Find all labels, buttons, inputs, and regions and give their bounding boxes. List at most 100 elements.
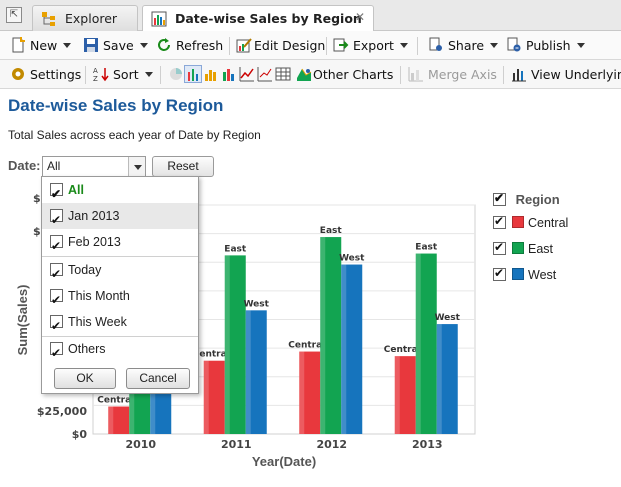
data-label: East — [415, 243, 438, 253]
legend-checkbox[interactable] — [493, 266, 506, 281]
chart-type-scatter-button[interactable] — [257, 65, 277, 85]
map-chart-icon — [297, 68, 312, 81]
data-label: West — [339, 254, 365, 264]
date-option-feb-2013[interactable]: Feb 2013 — [42, 229, 198, 259]
chart-type-line-button[interactable] — [239, 65, 259, 85]
y-axis-title: Sum(Sales) — [15, 285, 30, 356]
legend-swatch — [512, 268, 524, 280]
x-tick-label: 2012 — [316, 438, 347, 451]
bar-highlight — [245, 310, 251, 434]
legend-select-all-checkbox[interactable] — [493, 191, 506, 206]
data-label: West — [244, 299, 270, 309]
edit-design-icon — [236, 38, 252, 53]
legend-checkbox[interactable] — [493, 240, 506, 255]
scatter-chart-icon — [257, 67, 272, 82]
legend-swatch — [512, 216, 524, 228]
table-icon — [275, 67, 291, 81]
save-button[interactable]: Save — [83, 36, 148, 56]
settings-button[interactable]: Settings — [10, 65, 81, 85]
date-option-today[interactable]: Today — [42, 257, 198, 287]
export-icon — [333, 38, 349, 52]
legend-item-east[interactable]: East — [493, 240, 568, 264]
edit-design-button[interactable]: Edit Design — [236, 36, 325, 56]
date-option-checkbox[interactable] — [50, 340, 63, 366]
date-filter-value: All — [47, 159, 61, 173]
legend-item-west[interactable]: West — [493, 266, 568, 290]
new-button[interactable]: New — [10, 36, 72, 56]
y-tick-label: $25,000 — [37, 405, 87, 418]
reset-button[interactable]: Reset — [152, 156, 214, 177]
y-tick-label: $0 — [72, 428, 88, 441]
save-icon — [84, 38, 98, 52]
svg-text:A: A — [93, 67, 98, 75]
toolbar-divider — [160, 66, 161, 84]
y-tick-label-hidden: $ — [33, 192, 41, 205]
date-option-jan-2013[interactable]: Jan 2013 — [42, 203, 198, 233]
svg-text:Z: Z — [93, 75, 98, 82]
main-toolbar: New Save Refresh Edit Design Export Shar… — [0, 31, 621, 60]
sort-button[interactable]: A Z Sort — [93, 65, 153, 85]
stacked-bar-icon — [223, 69, 234, 81]
date-option-all[interactable]: All — [42, 177, 198, 207]
explorer-icon — [42, 12, 55, 26]
data-label: Central — [97, 396, 134, 406]
cancel-button[interactable]: Cancel — [126, 368, 190, 389]
data-label: East — [320, 226, 343, 236]
share-button[interactable]: Share — [428, 36, 499, 56]
date-option-checkbox[interactable] — [50, 261, 63, 287]
chevron-down-icon[interactable] — [128, 157, 145, 176]
tab-report[interactable]: Date-wise Sales by Region ✕ — [142, 5, 374, 32]
x-tick-label: 2013 — [412, 438, 443, 451]
close-tab-icon[interactable]: ✕ — [355, 10, 365, 24]
bar-highlight — [203, 360, 209, 434]
refresh-button[interactable]: Refresh — [156, 36, 223, 56]
date-option-this-week[interactable]: This Week — [42, 309, 198, 339]
chevron-down-icon — [490, 43, 499, 48]
bar-highlight — [436, 324, 442, 434]
date-option-checkbox[interactable] — [50, 207, 63, 233]
date-option-checkbox[interactable] — [50, 313, 63, 339]
date-filter-label: Date: — [8, 158, 41, 173]
date-option-checkbox[interactable] — [50, 233, 63, 259]
bar-highlight — [320, 237, 326, 434]
ok-button[interactable]: OK — [54, 368, 116, 389]
chart-type-stacked-button[interactable] — [221, 65, 241, 85]
chart-legend: Region Central East West — [493, 191, 568, 290]
toolbar-divider — [417, 37, 418, 55]
table-view-button[interactable] — [275, 65, 295, 85]
date-option-checkbox[interactable] — [50, 287, 63, 313]
other-charts-button[interactable]: Other Charts — [296, 65, 393, 85]
bar-highlight — [341, 264, 347, 434]
tab-explorer[interactable]: Explorer — [32, 5, 138, 31]
bar-highlight — [415, 253, 421, 434]
legend-item-central[interactable]: Central — [493, 214, 568, 238]
chart-type-bar-button[interactable] — [184, 65, 205, 85]
chart-type-column-button[interactable] — [203, 65, 223, 85]
bar-chart-icon — [151, 11, 167, 27]
tab-bar: ⇱ Explorer Date-wise Sales by Region ✕ — [0, 0, 621, 32]
merge-axis-button[interactable]: Merge Axis — [408, 65, 497, 85]
view-underlying-button[interactable]: View Underlyin — [511, 65, 621, 85]
bar-highlight — [394, 356, 400, 434]
publish-icon — [507, 37, 521, 52]
y-tick-label-hidden: $ — [33, 225, 41, 238]
bar-highlight — [299, 351, 305, 434]
date-filter-select[interactable]: All — [42, 156, 146, 177]
publish-button[interactable]: Publish — [506, 36, 585, 56]
tab-label: Explorer — [65, 11, 118, 26]
export-button[interactable]: Export — [333, 36, 408, 56]
toolbar-divider — [503, 66, 504, 84]
legend-checkbox[interactable] — [493, 214, 506, 229]
date-filter-dropdown: All Jan 2013 Feb 2013 Today This Month T… — [41, 176, 199, 394]
chevron-down-icon — [576, 43, 585, 48]
legend-title-row: Region — [493, 191, 568, 212]
date-option-checkbox[interactable] — [50, 181, 63, 207]
date-option-this-month[interactable]: This Month — [42, 283, 198, 313]
window-restore-icon[interactable]: ⇱ — [6, 7, 22, 23]
x-tick-label: 2011 — [221, 438, 252, 451]
pie-chart-icon — [170, 68, 182, 80]
date-option-others[interactable]: Others — [42, 336, 198, 366]
chevron-down-icon — [144, 72, 153, 77]
data-label: East — [224, 244, 247, 254]
new-document-icon — [12, 37, 25, 53]
